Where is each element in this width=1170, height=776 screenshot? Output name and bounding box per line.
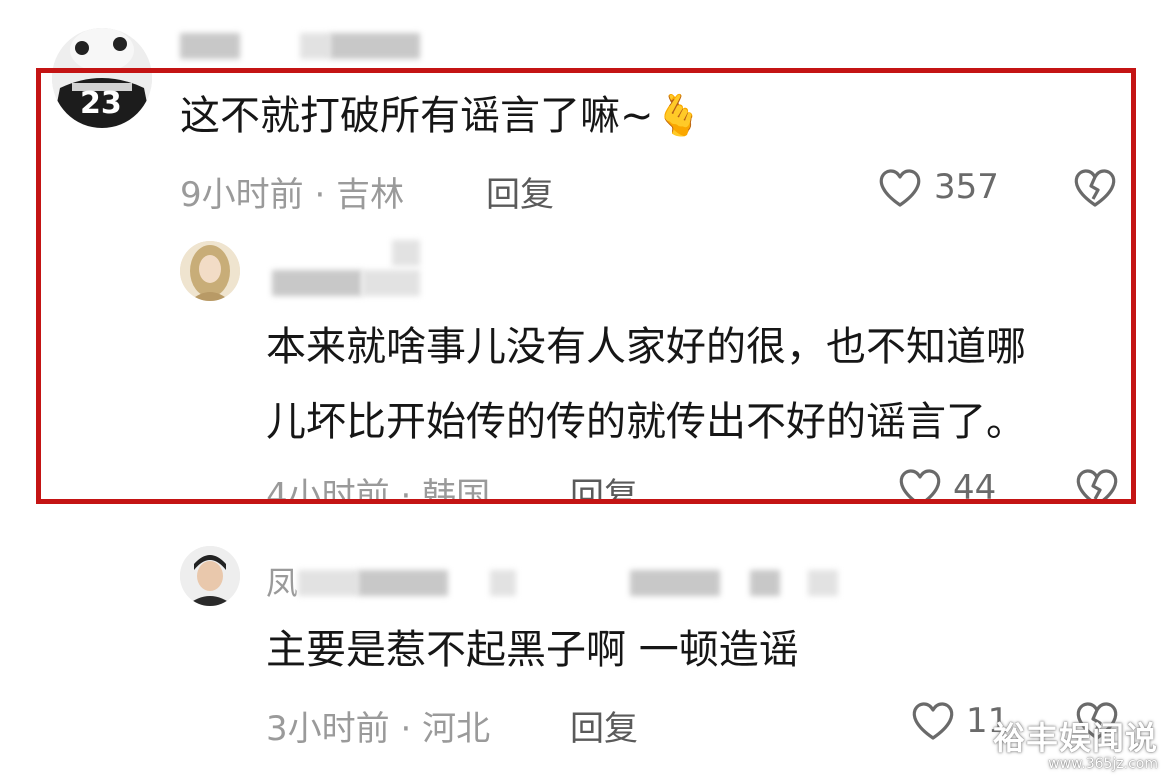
username-blurred: [808, 570, 838, 596]
username-blurred[interactable]: [180, 33, 240, 59]
username-blurred: [630, 570, 720, 596]
comment-time: 3小时前: [266, 709, 390, 749]
reply-button[interactable]: 回复: [486, 167, 554, 216]
comment-meta: 9小时前 · 吉林: [180, 167, 404, 216]
avatar[interactable]: [180, 241, 240, 301]
comment-location: 吉林: [336, 175, 405, 215]
clip-cover: [0, 504, 1170, 534]
like-icon[interactable]: [877, 166, 923, 208]
like-icon[interactable]: [910, 699, 956, 741]
username-blurred: [330, 33, 420, 59]
avatar-image: [180, 241, 240, 301]
avatar-image: [180, 546, 240, 606]
username-blurred: [750, 570, 780, 596]
username-blurred[interactable]: [272, 270, 362, 296]
watermark: 裕丰娱闻说 www.365jz.com: [993, 720, 1158, 772]
meta-separator: ·: [314, 175, 326, 215]
username-blurred: [298, 570, 358, 596]
avatar[interactable]: 23: [52, 28, 152, 128]
meta-separator: ·: [400, 709, 412, 749]
comment-time: 9小时前: [180, 175, 304, 215]
watermark-url: www.365jz.com: [1048, 756, 1158, 772]
username-first-char[interactable]: 凤: [266, 558, 298, 604]
comment-text-line: 儿坏比开始传的传的就传出不好的谣言了。: [266, 399, 1026, 445]
comment-meta: 3小时前 · 河北: [266, 701, 490, 750]
comment-text-body: 这不就打破所有谣言了嘛~: [180, 93, 654, 139]
comment-location: 河北: [422, 709, 491, 749]
username-blurred: [300, 33, 330, 59]
like-count: 44: [953, 468, 997, 508]
dislike-icon[interactable]: [1074, 466, 1120, 508]
comment-text: 这不就打破所有谣言了嘛~🫰: [180, 84, 703, 148]
like-icon[interactable]: [897, 466, 943, 508]
avatar[interactable]: [180, 546, 240, 606]
dislike-icon[interactable]: [1072, 166, 1118, 208]
avatar-number: 23: [80, 86, 122, 121]
comment-text: 主要是惹不起黑子啊 一顿造谣: [266, 627, 799, 673]
comment-text-line: 本来就啥事儿没有人家好的很，也不知道哪: [266, 324, 1026, 370]
username-blurred: [490, 570, 516, 596]
username-blurred: [358, 570, 448, 596]
finger-heart-emoji: 🫰: [653, 93, 704, 139]
username-blurred: [362, 270, 420, 296]
username-blurred: [392, 240, 420, 266]
watermark-main: 裕丰娱闻说: [992, 719, 1158, 757]
reply-button[interactable]: 回复: [570, 701, 638, 750]
like-count: 357: [934, 167, 999, 207]
